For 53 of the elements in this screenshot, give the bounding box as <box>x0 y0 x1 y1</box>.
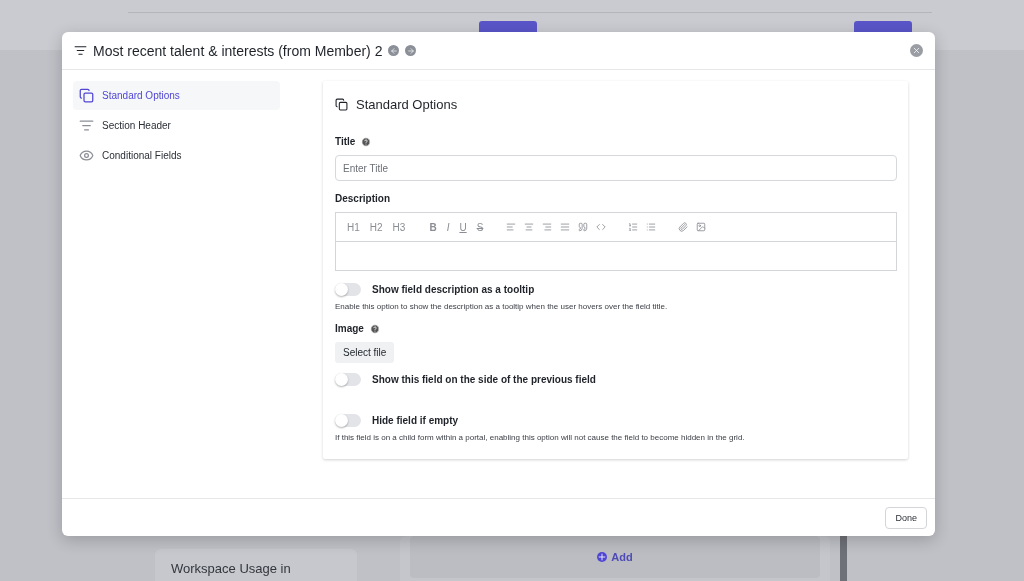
done-button[interactable]: Done <box>885 506 927 529</box>
format-button[interactable]: H1 <box>345 221 362 233</box>
sidebar-item[interactable]: Section Header <box>73 111 280 140</box>
copy-icon <box>335 98 348 111</box>
panel-title: Standard Options <box>356 97 458 112</box>
previous-button[interactable] <box>388 45 400 56</box>
toggle-switch[interactable] <box>335 283 361 296</box>
help-icon <box>369 323 380 334</box>
format-button[interactable]: I <box>444 221 452 233</box>
sidebar-item[interactable]: Conditional Fields <box>73 141 280 170</box>
format-button[interactable]: U <box>457 221 469 233</box>
help-text: Enable this option to show the description as a tooltip when the user hovers over the field title. <box>335 302 669 311</box>
align-left-icon[interactable] <box>505 222 518 232</box>
help-icon <box>361 136 372 147</box>
plus-icon <box>597 552 608 562</box>
quote-icon[interactable] <box>577 222 590 232</box>
help-text: If this field is on a child form within a portal, enabling this option will not cause the field to become hidden in the grid. <box>335 433 746 442</box>
field-label: Image <box>335 323 364 334</box>
card-title: Workspace Usage in <box>171 561 291 576</box>
scrollbar[interactable] <box>840 536 847 581</box>
select-file-button[interactable]: Select file <box>335 342 395 363</box>
toggle-switch[interactable] <box>335 373 361 386</box>
align-center-icon[interactable] <box>523 222 536 232</box>
align-right-icon[interactable] <box>541 222 554 232</box>
format-button[interactable]: H3 <box>390 221 408 233</box>
ordered-list-icon[interactable] <box>627 222 640 232</box>
eye-icon <box>79 148 94 163</box>
link-icon[interactable] <box>677 222 690 232</box>
list-icon <box>74 44 87 57</box>
toggle-switch[interactable] <box>335 414 361 427</box>
format-button[interactable]: H2 <box>367 221 385 233</box>
align-justify-icon[interactable] <box>559 222 572 232</box>
image-icon[interactable] <box>695 222 708 232</box>
format-button[interactable]: S <box>474 221 486 233</box>
modal-title: Most recent talent & interests (from Member) 2 <box>93 42 383 59</box>
add-button[interactable]: Add <box>591 550 639 564</box>
field-label: Description <box>335 193 390 204</box>
toggle-label: Show field description as a tooltip <box>372 284 535 295</box>
description-editor[interactable]: H1 H2 H3 B I U S <box>335 212 897 271</box>
code-icon[interactable] <box>595 222 608 232</box>
field-label: Title <box>335 136 356 147</box>
format-button[interactable]: B <box>427 221 439 233</box>
sidebar-item[interactable]: Standard Options <box>73 81 280 110</box>
arrow-left-icon <box>389 46 398 55</box>
close-icon <box>912 46 921 55</box>
title-input[interactable]: Enter Title <box>335 155 897 181</box>
arrow-right-icon <box>406 46 415 55</box>
toggle-label: Show this field on the side of the previous field <box>372 374 596 385</box>
close-button[interactable] <box>910 44 923 57</box>
next-button[interactable] <box>405 45 417 56</box>
bullet-list-icon[interactable] <box>645 222 658 232</box>
toggle-label: Hide field if empty <box>372 415 459 426</box>
copy-icon <box>79 88 94 103</box>
